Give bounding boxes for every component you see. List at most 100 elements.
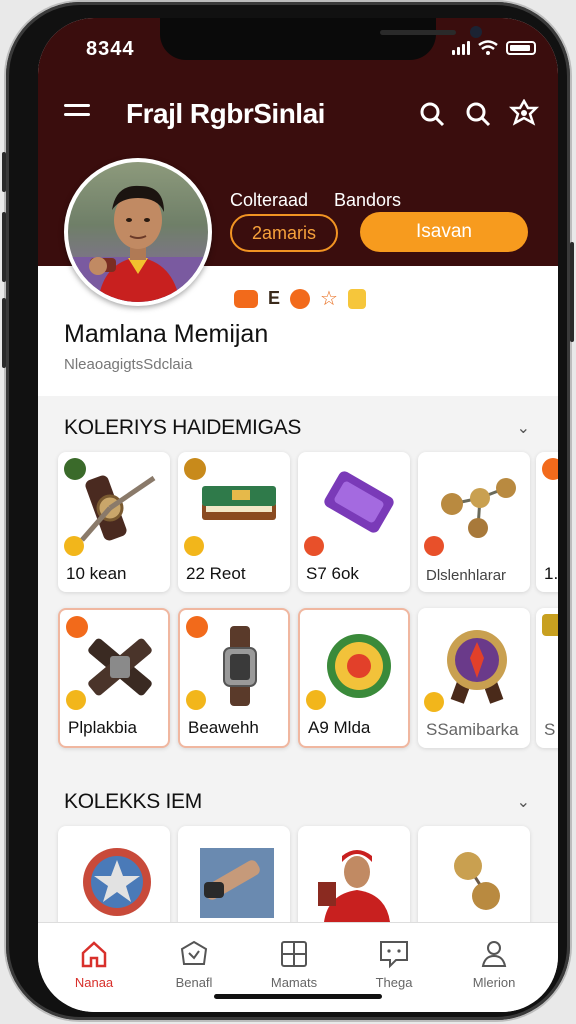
signal-icon <box>452 41 470 55</box>
collection-card-selected[interactable]: Plplakbia <box>58 608 170 748</box>
category-badge-icon <box>542 614 558 636</box>
top-actions <box>416 98 540 130</box>
box-icon <box>154 937 234 971</box>
card-label: Dlslenhlarar <box>426 567 507 584</box>
collection-card[interactable]: 10 kean <box>58 452 170 592</box>
player-photo-icon <box>318 850 390 922</box>
wifi-icon <box>478 40 498 55</box>
bands-label: Bandors <box>334 190 402 210</box>
chevron-down-icon[interactable]: ⌄ <box>517 792 530 812</box>
volume-down-button <box>2 298 6 368</box>
stats-pill[interactable]: 2amaris <box>230 214 338 252</box>
avatar[interactable] <box>64 158 212 306</box>
nav-mamats[interactable]: Mamats <box>254 937 334 990</box>
home-icon <box>54 937 134 971</box>
collection-card[interactable] <box>178 826 290 936</box>
nav-label: Benafl <box>175 975 213 990</box>
card-label: 10 kean <box>66 564 127 583</box>
battery-icon <box>506 41 536 55</box>
avatar-photo <box>68 162 208 302</box>
speaker <box>380 30 456 35</box>
rarity-badge-icon <box>424 536 444 556</box>
rarity-badge-icon <box>424 692 444 712</box>
section-title-2: KOLEKKS IEM <box>64 790 202 813</box>
status-icons <box>452 40 536 56</box>
nav-label: Nanaa <box>74 975 114 990</box>
coin-badge-icon <box>347 288 366 309</box>
book-icon <box>202 486 276 520</box>
nav-label: Mamats <box>270 975 318 990</box>
watch-tool-icon <box>80 475 156 542</box>
home-indicator[interactable] <box>214 994 382 999</box>
collected-label: Colteraad <box>230 190 309 210</box>
chat-icon <box>354 937 434 971</box>
ball-badge-icon <box>290 288 311 309</box>
screen: 8344 Frajl RgbrSinlai Colteraad Bandors … <box>38 18 558 1012</box>
molecule-icon <box>441 478 516 538</box>
volume-up-button <box>2 212 6 282</box>
watch-photo-icon <box>200 848 274 918</box>
card-label: S <box>544 720 556 739</box>
rarity-badge-icon <box>184 536 204 556</box>
nav-home[interactable]: Nanaa <box>54 937 134 990</box>
nav-label: Thega <box>375 975 413 990</box>
collection-card[interactable]: Beawehh <box>178 608 290 748</box>
collection-card[interactable] <box>418 826 530 936</box>
collection-card[interactable]: S7 6ok <box>298 452 410 592</box>
rarity-badge-icon <box>66 690 86 710</box>
collection-card[interactable]: Dlslenhlarar <box>418 452 530 592</box>
video-badge-icon <box>234 289 258 308</box>
collection-card-partial[interactable]: 1. <box>536 452 558 592</box>
player-portrait-icon <box>68 185 208 302</box>
action-button-label: Isavan <box>416 221 472 242</box>
collection-card[interactable] <box>58 826 170 936</box>
search-icon[interactable] <box>416 98 448 130</box>
phone-frame: 8344 Frajl RgbrSinlai Colteraad Bandors … <box>2 2 574 1020</box>
star-badge-icon: ☆ <box>320 288 338 310</box>
category-badge-icon <box>542 458 558 480</box>
card-label: A9 Mlda <box>308 718 371 737</box>
profile-handle: NleaoagigtsSdclaia <box>64 356 193 373</box>
card-label: 1. <box>544 564 558 583</box>
app-title: Frajl RgbrSinlai <box>126 98 325 129</box>
rarity-badge-icon <box>304 536 324 556</box>
settings-icon[interactable] <box>508 98 540 130</box>
search-icon-secondary[interactable] <box>462 98 494 130</box>
nav-label: Mlerion <box>472 975 516 990</box>
rarity-badge-icon <box>186 690 206 710</box>
nav-benafl[interactable]: Benafl <box>154 937 234 990</box>
card-label: Plplakbia <box>68 718 137 737</box>
notch <box>160 18 482 60</box>
top-bar: Frajl RgbrSinlai <box>38 94 558 138</box>
card-label: SSamibarka <box>426 720 519 739</box>
collection-card[interactable]: SSamibarka <box>418 608 530 748</box>
card-label: 22 Reot <box>186 564 246 583</box>
shield-star-icon <box>83 848 151 916</box>
menu-icon[interactable] <box>64 104 90 122</box>
laurel-emblem-icon <box>327 634 391 698</box>
collection-card[interactable] <box>298 826 410 936</box>
badge-letter: E <box>268 288 281 308</box>
front-camera <box>470 26 482 38</box>
wristwatch-icon <box>223 626 257 706</box>
profile-icon <box>454 937 534 971</box>
chevron-down-icon[interactable]: ⌄ <box>517 418 530 438</box>
profile-name: Mamlana Memijan <box>64 320 269 348</box>
status-time: 8344 <box>86 38 135 60</box>
mute-switch <box>2 152 6 192</box>
coins-icon <box>454 852 500 910</box>
scroll-icon <box>324 471 394 533</box>
nav-thega[interactable]: Thega <box>354 937 434 990</box>
card-label: Beawehh <box>188 718 259 737</box>
collection-card[interactable]: 22 Reot <box>178 452 290 592</box>
add-square-icon <box>254 937 334 971</box>
collection-card-partial[interactable]: S <box>536 608 558 748</box>
nav-profile[interactable]: Mlerion <box>454 937 534 990</box>
rarity-badge-icon <box>306 690 326 710</box>
section-title-1: KOLERIYS HAIDEMIGAS <box>64 416 302 439</box>
medal-icon <box>447 630 507 704</box>
action-button[interactable]: Isavan <box>360 212 528 252</box>
badge-row: E ☆ <box>234 286 366 311</box>
rarity-badge-icon <box>64 536 84 556</box>
collection-card[interactable]: A9 Mlda <box>298 608 410 748</box>
